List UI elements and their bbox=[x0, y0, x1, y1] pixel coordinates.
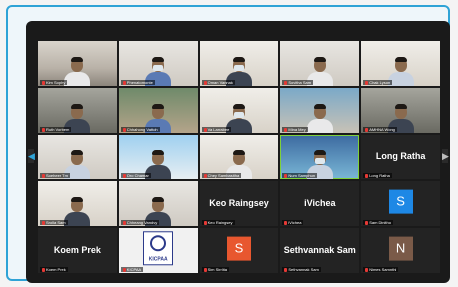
participant-avatar: S bbox=[388, 189, 413, 214]
participant-tile[interactable]: Oro Chamar bbox=[118, 134, 198, 180]
participant-name: KICPAA bbox=[120, 266, 144, 272]
participant-tile[interactable]: Koem Prek Koem Prek bbox=[38, 228, 117, 273]
participant-tile[interactable]: N Nimes Samnthi bbox=[361, 228, 440, 273]
participant-name: Mina Mey bbox=[282, 126, 308, 132]
presentation-frame: ◀ ▶ Kim Sophy Phenatomonte Oman Vannak S… bbox=[6, 5, 450, 283]
meeting-window: ◀ ▶ Kim Sophy Phenatomonte Oman Vannak S… bbox=[26, 21, 450, 283]
participant-video bbox=[64, 56, 91, 86]
participant-avatar: N bbox=[388, 236, 413, 261]
participant-display-name: iVichea bbox=[304, 197, 336, 208]
participant-name: iVichea bbox=[282, 220, 304, 226]
chevron-right-icon[interactable]: ▶ bbox=[442, 149, 449, 163]
participant-tile[interactable]: AMHNA Wong bbox=[361, 87, 440, 133]
participant-name: Sam Dinitho bbox=[363, 220, 393, 226]
participant-display-name: Koem Prek bbox=[53, 244, 101, 255]
participant-tile[interactable]: S Sam Dinitho bbox=[361, 181, 440, 227]
participant-name: Chey Sambasitha bbox=[201, 173, 242, 179]
mic-muted-icon bbox=[203, 174, 207, 179]
participant-name: Keo Raingsey bbox=[201, 220, 235, 226]
participant-name: Ruth Vorbem bbox=[40, 126, 72, 132]
participant-tile[interactable]: Oman Vannak bbox=[199, 41, 279, 86]
mic-muted-icon bbox=[284, 80, 288, 85]
participant-tile[interactable]: Va Larrabee bbox=[199, 87, 279, 133]
participant-name: Soeheer Tm bbox=[40, 173, 70, 179]
kicpaa-logo: KICPAA bbox=[143, 230, 174, 265]
participant-name: Kim Sophy bbox=[40, 79, 68, 85]
participant-tile[interactable]: Kim Sophy bbox=[38, 41, 117, 86]
participant-tile[interactable]: Chey Sambasitha bbox=[199, 134, 279, 180]
mic-muted-icon bbox=[203, 267, 207, 272]
participant-video bbox=[306, 103, 333, 133]
participant-name: AMHNA Wong bbox=[363, 126, 397, 132]
participant-tile[interactable]: KICPAA KICPAA bbox=[118, 228, 198, 273]
mic-muted-icon bbox=[365, 221, 369, 226]
mic-muted-icon bbox=[122, 174, 126, 179]
participant-name: Srolla Sam bbox=[40, 220, 68, 226]
mic-muted-icon bbox=[203, 221, 207, 226]
participant-name: Oro Chamar bbox=[120, 173, 151, 179]
participant-display-name: Sethvannak Sam bbox=[283, 244, 356, 255]
participant-name: Chak Lyson bbox=[363, 79, 393, 85]
participant-avatar: S bbox=[226, 236, 251, 261]
participant-name: Long Ratha bbox=[363, 173, 392, 179]
participant-tile[interactable]: Mina Mey bbox=[280, 87, 360, 133]
mic-muted-icon bbox=[284, 127, 288, 132]
mic-muted-icon bbox=[203, 80, 207, 85]
participant-tile[interactable]: Chak Lyson bbox=[361, 41, 440, 86]
participant-tile[interactable]: Phenatomonte bbox=[118, 41, 198, 86]
chevron-left-icon[interactable]: ◀ bbox=[28, 149, 35, 163]
participant-tile[interactable]: Chheang Vandvy bbox=[118, 181, 198, 227]
mic-muted-icon bbox=[42, 80, 45, 85]
mic-muted-icon bbox=[42, 221, 45, 226]
mic-muted-icon bbox=[365, 127, 369, 132]
participant-display-name: Long Ratha bbox=[375, 151, 426, 162]
participant-tile[interactable]: Sovitha Sam bbox=[280, 41, 360, 86]
participant-tile[interactable]: iVichea iVichea bbox=[280, 181, 360, 227]
participant-name: Oman Vannak bbox=[201, 79, 235, 85]
mic-muted-icon bbox=[365, 80, 369, 85]
mic-muted-icon bbox=[42, 267, 45, 272]
participant-name: Num Samphun bbox=[282, 173, 318, 179]
mic-muted-icon bbox=[284, 267, 288, 272]
mic-muted-icon bbox=[42, 174, 45, 179]
logo-text: KICPAA bbox=[148, 255, 168, 262]
mic-muted-icon bbox=[284, 174, 288, 179]
participant-tile[interactable]: Long Ratha Long Ratha bbox=[361, 134, 440, 180]
participant-name: Phenatomonte bbox=[120, 79, 155, 85]
mic-muted-icon bbox=[365, 174, 369, 179]
participant-tile-active-speaker[interactable]: Num Samphun bbox=[280, 134, 360, 180]
participant-name: Sethvannak Sam bbox=[282, 266, 321, 272]
mic-muted-icon bbox=[122, 267, 126, 272]
participant-tile[interactable]: S Sim Sirrlita bbox=[199, 228, 279, 273]
participant-tile[interactable]: Sethvannak Sam Sethvannak Sam bbox=[280, 228, 360, 273]
participant-name: Chheang Vandvy bbox=[120, 220, 160, 226]
participant-tile[interactable]: Keo Raingsey Keo Raingsey bbox=[199, 181, 279, 227]
mic-muted-icon bbox=[203, 127, 207, 132]
mic-muted-icon bbox=[365, 267, 369, 272]
participant-video bbox=[64, 196, 91, 227]
participant-tile[interactable]: Ruth Vorbem bbox=[38, 87, 117, 133]
participant-tile[interactable]: Srolla Sam bbox=[38, 181, 117, 227]
participant-name: Sovitha Sam bbox=[282, 79, 314, 85]
mic-muted-icon bbox=[122, 127, 126, 132]
participant-name: Va Larrabee bbox=[201, 126, 232, 132]
participant-tile[interactable]: Soeheer Tm bbox=[38, 134, 117, 180]
mic-muted-icon bbox=[284, 221, 288, 226]
mic-muted-icon bbox=[42, 127, 45, 132]
mic-muted-icon bbox=[122, 80, 126, 85]
mic-muted-icon bbox=[122, 221, 126, 226]
participant-name: Koem Prek bbox=[40, 266, 68, 272]
participant-gallery: Kim Sophy Phenatomonte Oman Vannak Sovit… bbox=[38, 41, 440, 273]
seal-icon bbox=[150, 234, 167, 251]
participant-name: Nimes Samnthi bbox=[363, 266, 399, 272]
participant-name: Sim Sirrlita bbox=[201, 266, 229, 272]
participant-tile[interactable]: Chhahong Vattoh bbox=[118, 87, 198, 133]
participant-name: Chhahong Vattoh bbox=[120, 126, 160, 132]
participant-display-name: Keo Raingsey bbox=[209, 197, 269, 208]
